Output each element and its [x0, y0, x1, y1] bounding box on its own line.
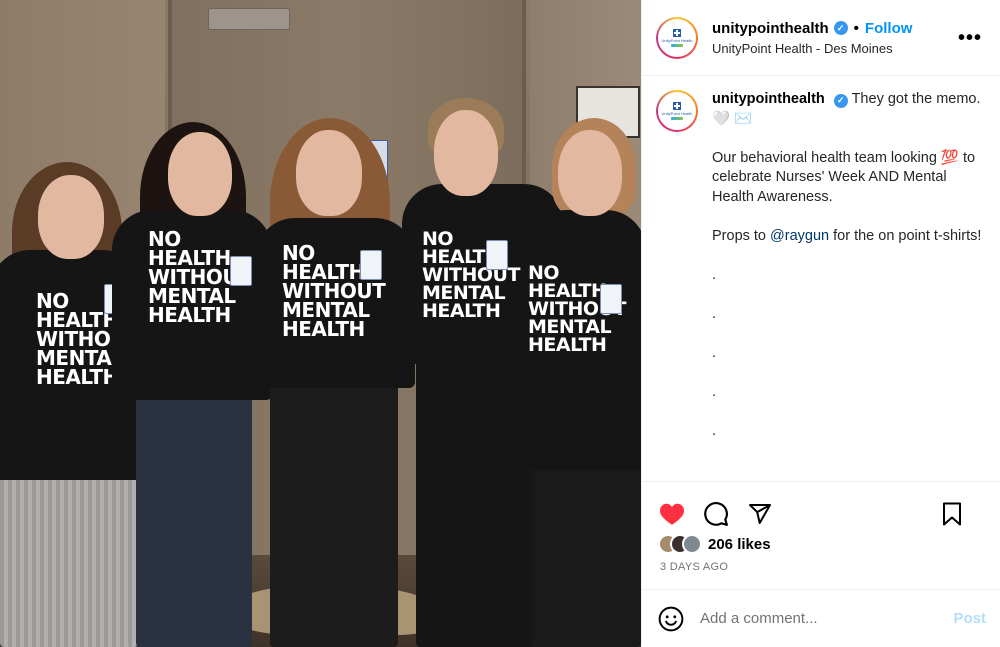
- instagram-post: NO HEALTH WITHOUT MENTAL HEALTH NO HEALT…: [0, 0, 1000, 647]
- door-closer: [208, 8, 290, 30]
- caption-text: Props to: [712, 227, 771, 244]
- caption-dot: .: [712, 305, 717, 322]
- caption-username[interactable]: unitypointhealth: [712, 91, 825, 107]
- comment-bubble-icon[interactable]: [702, 500, 730, 528]
- unitypoint-logo-icon: UnityPoint Health: [662, 100, 692, 122]
- heart-filled-icon[interactable]: [658, 500, 686, 528]
- post-photo[interactable]: NO HEALTH WITHOUT MENTAL HEALTH NO HEALT…: [0, 0, 641, 647]
- post-timestamp[interactable]: 3 DAYS AGO: [642, 555, 1000, 589]
- unitypoint-logo-icon: UnityPoint Health: [662, 27, 692, 49]
- bookmark-icon[interactable]: [938, 500, 966, 528]
- post-header: UnityPoint Health unitypointhealth ✓ • F…: [642, 0, 1000, 76]
- paper-plane-icon[interactable]: [746, 500, 774, 528]
- separator-dot: •: [853, 19, 859, 37]
- location-link[interactable]: UnityPoint Health - Des Moines: [712, 41, 912, 56]
- username-link[interactable]: unitypointhealth: [712, 20, 829, 37]
- caption: UnityPoint Health unitypointhealth ✓ The…: [656, 90, 986, 461]
- caption-text: for the on point t-shirts!: [829, 227, 982, 244]
- more-horizontal-icon[interactable]: •••: [958, 28, 982, 48]
- mention-link[interactable]: @raygun: [770, 228, 829, 244]
- caption-dot: .: [712, 422, 717, 439]
- verified-badge-icon: ✓: [833, 93, 848, 108]
- comments-section: UnityPoint Health unitypointhealth ✓ The…: [642, 76, 1000, 481]
- post-comment-button[interactable]: Post: [953, 610, 986, 627]
- smiley-icon[interactable]: [658, 606, 684, 632]
- caption-dot: .: [712, 383, 717, 400]
- caption-dot: .: [712, 344, 717, 361]
- action-bar: [642, 481, 1000, 545]
- follow-button[interactable]: Follow: [865, 20, 913, 37]
- caption-text: Our behavioral health team looking 💯 to …: [712, 149, 976, 205]
- avatar[interactable]: UnityPoint Health: [656, 16, 698, 59]
- caption-dot: .: [712, 266, 717, 283]
- caption-avatar[interactable]: UnityPoint Health: [656, 90, 698, 132]
- verified-badge-icon: ✓: [833, 21, 848, 35]
- comment-bar: Add a comment... Post: [642, 589, 1000, 647]
- post-sidebar: UnityPoint Health unitypointhealth ✓ • F…: [641, 0, 1000, 647]
- comment-input[interactable]: Add a comment...: [700, 610, 953, 627]
